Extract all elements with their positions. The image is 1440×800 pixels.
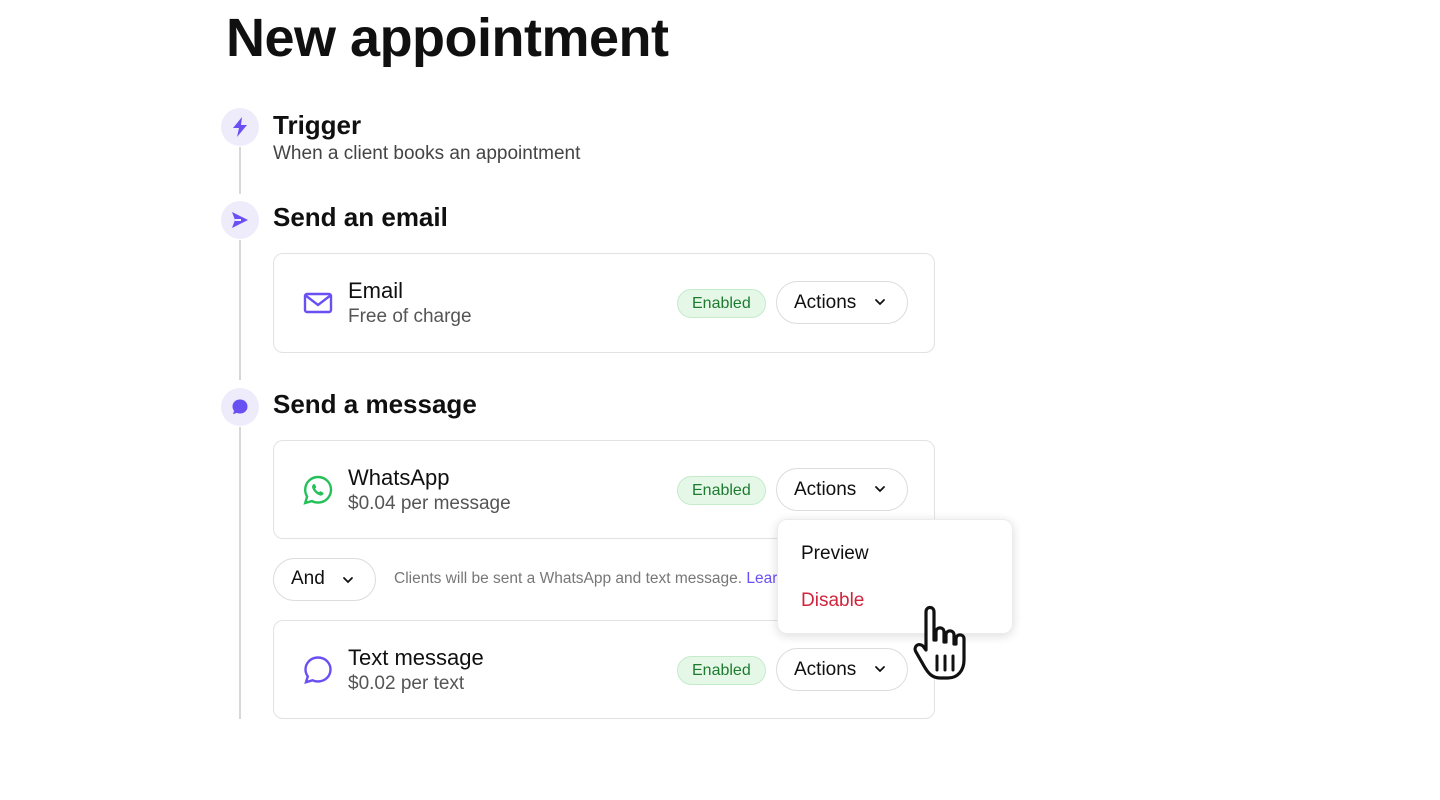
email-card: Email Free of charge Enabled Actions: [273, 253, 935, 353]
actions-label: Actions: [794, 291, 857, 313]
timeline-rail: [239, 147, 241, 194]
chevron-down-icon: [875, 486, 885, 493]
timeline-rail: [239, 427, 241, 719]
chevron-down-icon: [875, 299, 885, 306]
whatsapp-card-subtitle: $0.04 per message: [348, 493, 511, 514]
whatsapp-card-title: WhatsApp: [348, 465, 450, 490]
hand-cursor-icon: [913, 605, 966, 680]
message-bubble-icon: [304, 656, 332, 684]
text-message-card: Text message $0.02 per text Enabled Acti…: [273, 620, 935, 719]
lightning-icon: [233, 117, 247, 137]
send-message-step-icon: [221, 388, 259, 426]
send-message-title: Send a message: [273, 389, 477, 419]
timeline-rail: [239, 240, 241, 380]
whatsapp-icon: [303, 475, 333, 505]
combinator-label: And: [291, 568, 325, 589]
text-status-badge: Enabled: [677, 656, 766, 685]
email-card-title: Email: [348, 278, 404, 303]
page-title: New appointment: [226, 8, 669, 68]
combinator-note-text: Clients will be sent a WhatsApp and text…: [394, 570, 743, 587]
email-card-subtitle: Free of charge: [348, 306, 472, 327]
actions-label: Actions: [794, 478, 857, 500]
send-email-title: Send an email: [273, 202, 448, 232]
trigger-step-icon: [221, 108, 259, 146]
actions-label: Actions: [794, 658, 857, 680]
menu-item-disable[interactable]: Disable: [801, 589, 864, 613]
trigger-title: Trigger: [273, 110, 362, 140]
menu-item-preview[interactable]: Preview: [801, 542, 869, 566]
combinator-note: Clients will be sent a WhatsApp and text…: [394, 568, 786, 590]
envelope-icon: [303, 292, 333, 314]
email-actions-button[interactable]: Actions: [776, 281, 908, 324]
text-card-title: Text message: [348, 645, 484, 670]
email-status-badge: Enabled: [677, 289, 766, 318]
text-card-subtitle: $0.02 per text: [348, 673, 465, 694]
chevron-down-icon: [343, 577, 353, 584]
chat-bubble-icon: [232, 399, 248, 415]
whatsapp-actions-button[interactable]: Actions: [776, 468, 908, 511]
text-actions-button[interactable]: Actions: [776, 648, 908, 691]
chevron-down-icon: [875, 666, 885, 673]
send-email-step-icon: [221, 201, 259, 239]
whatsapp-status-badge: Enabled: [677, 476, 766, 505]
trigger-subtitle: When a client books an appointment: [273, 143, 581, 164]
send-icon: [232, 212, 248, 228]
combinator-dropdown[interactable]: And: [273, 558, 376, 601]
